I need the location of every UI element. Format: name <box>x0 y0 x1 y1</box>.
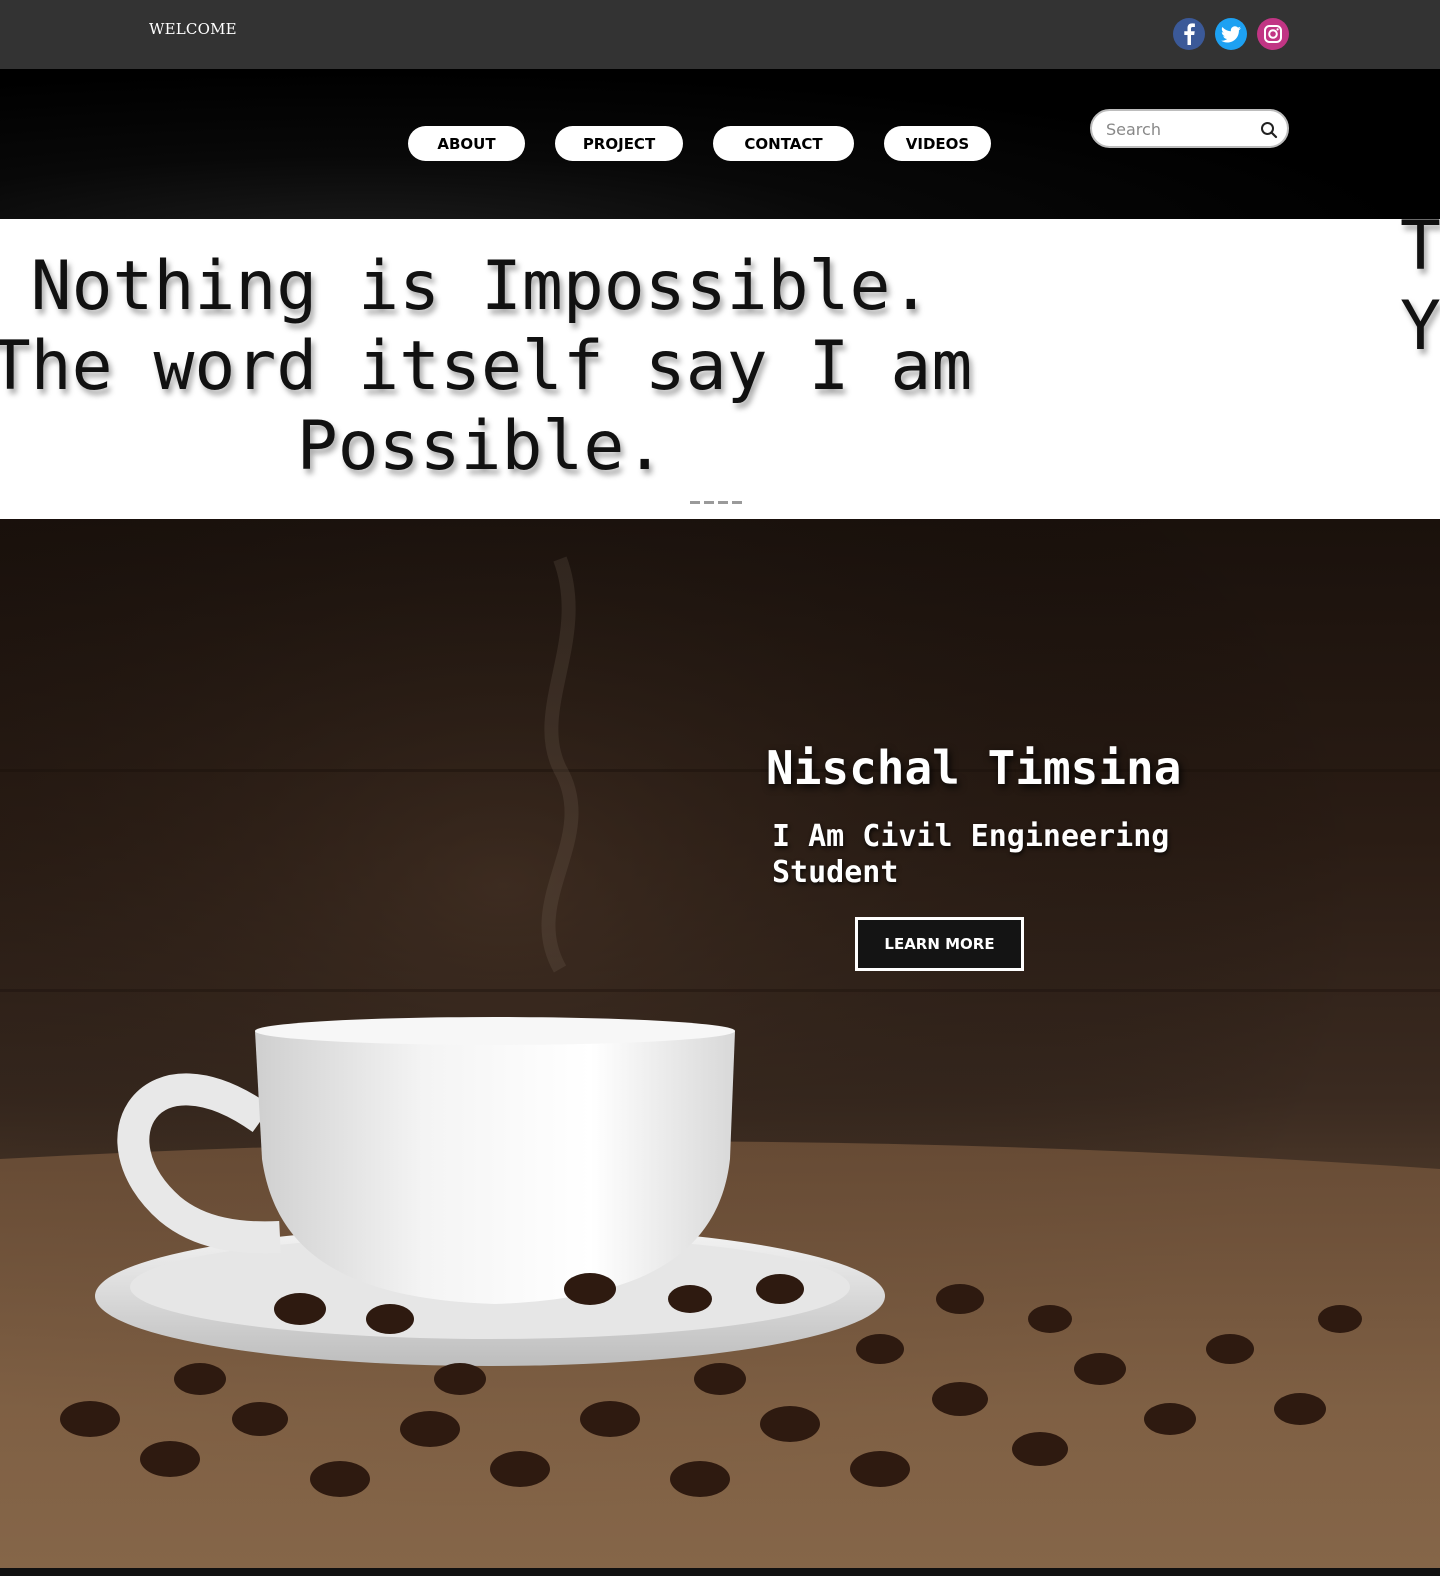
nav-contact-button[interactable]: CONTACT <box>713 126 854 161</box>
carousel-indicator[interactable] <box>704 501 714 504</box>
facebook-icon[interactable] <box>1173 18 1205 50</box>
hero-section: Nischal Timsina I Am Civil Engineering S… <box>0 519 1440 1568</box>
welcome-text: WELCOME <box>149 20 237 38</box>
nav-project-button[interactable]: PROJECT <box>555 126 683 161</box>
carousel-indicator[interactable] <box>690 501 700 504</box>
hero-name: Nischal Timsina <box>766 741 1182 795</box>
bottom-strip <box>0 1568 1440 1576</box>
search-icon[interactable] <box>1260 121 1278 139</box>
top-bar: WELCOME <box>0 0 1440 69</box>
instagram-icon[interactable] <box>1257 18 1289 50</box>
quote-text: Nothing is Impossible. The word itself s… <box>0 247 973 486</box>
search-input[interactable] <box>1104 118 1254 140</box>
nav-about-button[interactable]: ABOUT <box>408 126 525 161</box>
carousel-indicator[interactable] <box>732 501 742 504</box>
hero-subtitle: I Am Civil Engineering Student <box>772 819 1170 890</box>
next-quote-partial: T Y <box>1400 219 1440 366</box>
coffee-cup-image <box>0 519 1440 1568</box>
navigation-bar: ABOUT PROJECT CONTACT VIDEOS <box>0 69 1440 219</box>
carousel-indicators <box>690 501 742 504</box>
nav-videos-button[interactable]: VIDEOS <box>884 126 991 161</box>
learn-more-button[interactable]: LEARN MORE <box>855 917 1024 971</box>
carousel-indicator[interactable] <box>718 501 728 504</box>
twitter-icon[interactable] <box>1215 18 1247 50</box>
quote-carousel: Nothing is Impossible. The word itself s… <box>0 219 1440 519</box>
search-box <box>1090 109 1289 148</box>
